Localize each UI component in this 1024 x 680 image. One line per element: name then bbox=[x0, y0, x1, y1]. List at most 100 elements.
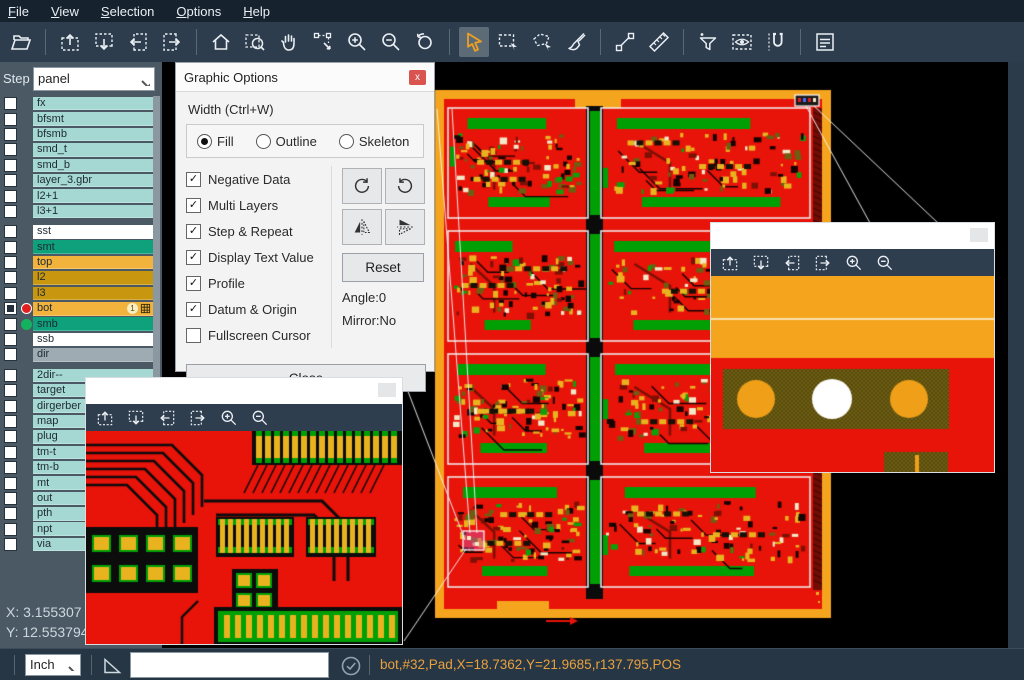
layer-checkbox[interactable] bbox=[4, 128, 17, 141]
magnifier-button-zoom-in[interactable] bbox=[843, 252, 865, 274]
sidebar-item-l2[interactable]: l2 bbox=[0, 270, 162, 285]
checkbox-profile[interactable]: ✓Profile bbox=[186, 270, 331, 296]
layer-name-bar[interactable]: l2 bbox=[33, 271, 153, 285]
sidebar-item-bfsmb[interactable]: bfsmb bbox=[0, 127, 162, 142]
toolbar-button-frame-down[interactable] bbox=[89, 27, 119, 57]
layer-name-bar[interactable]: l2+1 bbox=[33, 189, 153, 203]
layer-checkbox[interactable] bbox=[4, 369, 17, 382]
toolbar-button-view-box[interactable] bbox=[727, 27, 757, 57]
radio-outline[interactable]: Outline bbox=[256, 134, 317, 149]
toolbar-button-zoom-out[interactable] bbox=[376, 27, 406, 57]
checkbox-box-icon[interactable]: ✓ bbox=[186, 172, 201, 187]
magnifier-button-frame-right[interactable] bbox=[187, 407, 209, 429]
magnifier-title-bar[interactable] bbox=[86, 378, 402, 404]
layer-checkbox[interactable] bbox=[4, 507, 17, 520]
layer-name-bar[interactable]: bfsmt bbox=[33, 112, 153, 126]
magnifier-button-frame-down[interactable] bbox=[125, 407, 147, 429]
command-input[interactable] bbox=[130, 652, 329, 678]
layer-checkbox[interactable] bbox=[4, 143, 17, 156]
sidebar-item-top[interactable]: top bbox=[0, 255, 162, 270]
checkbox-box-icon[interactable] bbox=[186, 328, 201, 343]
layer-name-bar[interactable]: l3+1 bbox=[33, 205, 153, 219]
layer-name-bar[interactable]: layer_3.gbr bbox=[33, 174, 153, 188]
mirror-vertical-button[interactable] bbox=[385, 209, 425, 245]
layer-checkbox[interactable] bbox=[4, 190, 17, 203]
toolbar-button-frame-left[interactable] bbox=[123, 27, 153, 57]
menu-item-view[interactable]: View bbox=[51, 4, 79, 19]
menu-item-options[interactable]: Options bbox=[176, 4, 221, 19]
layer-name-bar[interactable]: smb bbox=[33, 317, 153, 331]
layer-checkbox[interactable] bbox=[4, 205, 17, 218]
menu-item-help[interactable]: Help bbox=[243, 4, 270, 19]
checkbox-fullscreen-cursor[interactable]: Fullscreen Cursor bbox=[186, 322, 331, 348]
layer-name-bar[interactable]: bfsmb bbox=[33, 128, 153, 142]
layer-checkbox[interactable] bbox=[4, 271, 17, 284]
checkbox-box-icon[interactable]: ✓ bbox=[186, 302, 201, 317]
magnifier-button-zoom-in[interactable] bbox=[218, 407, 240, 429]
checkbox-negative-data[interactable]: ✓Negative Data bbox=[186, 166, 331, 192]
sidebar-item-l3+1[interactable]: l3+1 bbox=[0, 204, 162, 219]
window-button[interactable] bbox=[970, 228, 988, 242]
layer-name-bar[interactable]: smd_b bbox=[33, 159, 153, 173]
sidebar-item-l3[interactable]: l3 bbox=[0, 286, 162, 301]
toolbar-button-zoom-in[interactable] bbox=[342, 27, 372, 57]
layer-checkbox[interactable] bbox=[4, 159, 17, 172]
layer-checkbox[interactable] bbox=[4, 477, 17, 490]
magnifier-button-frame-left[interactable] bbox=[156, 407, 178, 429]
radio-fill[interactable]: Fill bbox=[197, 134, 234, 149]
checkbox-box-icon[interactable]: ✓ bbox=[186, 198, 201, 213]
layer-name-bar[interactable]: sst bbox=[33, 225, 153, 239]
magnifier-button-frame-up[interactable] bbox=[94, 407, 116, 429]
layer-checkbox[interactable] bbox=[4, 225, 17, 238]
sidebar-item-ssb[interactable]: ssb bbox=[0, 332, 162, 347]
magnifier-button-frame-right[interactable] bbox=[812, 252, 834, 274]
check-circle-icon[interactable] bbox=[339, 654, 361, 676]
layer-checkbox[interactable] bbox=[4, 400, 17, 413]
layer-checkbox[interactable] bbox=[4, 415, 17, 428]
layer-checkbox[interactable] bbox=[4, 538, 17, 551]
sidebar-item-smb[interactable]: smb bbox=[0, 316, 162, 331]
toolbar-button-zoom-region[interactable] bbox=[240, 27, 270, 57]
layer-checkbox[interactable] bbox=[4, 174, 17, 187]
reset-button[interactable]: Reset bbox=[342, 253, 424, 282]
sidebar-item-smd_t[interactable]: smd_t bbox=[0, 142, 162, 157]
layer-checkbox[interactable] bbox=[4, 446, 17, 459]
toolbar-button-frame-right[interactable] bbox=[157, 27, 187, 57]
layer-checkbox[interactable] bbox=[4, 348, 17, 361]
step-select[interactable]: panel bbox=[33, 67, 155, 91]
toolbar-button-measure-distance[interactable] bbox=[610, 27, 640, 57]
layer-name-bar[interactable]: l3 bbox=[33, 287, 153, 301]
sidebar-item-sst[interactable]: sst bbox=[0, 224, 162, 239]
angle-corner-icon[interactable] bbox=[100, 654, 122, 676]
magnifier-button-frame-left[interactable] bbox=[781, 252, 803, 274]
layer-checkbox[interactable] bbox=[4, 430, 17, 443]
layer-name-bar[interactable]: top bbox=[33, 256, 153, 270]
checkbox-step-repeat[interactable]: ✓Step & Repeat bbox=[186, 218, 331, 244]
layer-name-bar[interactable]: dir bbox=[33, 348, 153, 362]
radio-skeleton[interactable]: Skeleton bbox=[339, 134, 410, 149]
mirror-horizontal-button[interactable] bbox=[342, 209, 382, 245]
dialog-close-button[interactable]: x bbox=[409, 70, 426, 85]
toolbar-button-poly-select[interactable] bbox=[527, 27, 557, 57]
toolbar-button-select-cursor[interactable] bbox=[459, 27, 489, 57]
rotate-ccw-button[interactable] bbox=[385, 168, 425, 204]
layer-checkbox[interactable] bbox=[4, 318, 17, 331]
unit-select[interactable]: Inch bbox=[25, 654, 81, 676]
toolbar-button-ruler[interactable] bbox=[644, 27, 674, 57]
layer-checkbox[interactable] bbox=[4, 256, 17, 269]
sidebar-item-layer_3.gbr[interactable]: layer_3.gbr bbox=[0, 173, 162, 188]
toolbar-button-clean-brush[interactable] bbox=[561, 27, 591, 57]
layer-checkbox[interactable] bbox=[4, 287, 17, 300]
magnifier-window-right[interactable] bbox=[710, 222, 995, 473]
layer-checkbox[interactable] bbox=[4, 461, 17, 474]
magnifier-button-frame-up[interactable] bbox=[719, 252, 741, 274]
sidebar-item-smd_b[interactable]: smd_b bbox=[0, 158, 162, 173]
layer-checkbox[interactable] bbox=[4, 113, 17, 126]
layer-checkbox[interactable] bbox=[4, 523, 17, 536]
magnifier-button-zoom-out[interactable] bbox=[249, 407, 271, 429]
layer-name-bar[interactable]: ssb bbox=[33, 333, 153, 347]
magnifier-title-bar[interactable] bbox=[711, 223, 994, 249]
toolbar-button-home[interactable] bbox=[206, 27, 236, 57]
menu-item-selection[interactable]: Selection bbox=[101, 4, 154, 19]
layer-checkbox[interactable] bbox=[4, 241, 17, 254]
